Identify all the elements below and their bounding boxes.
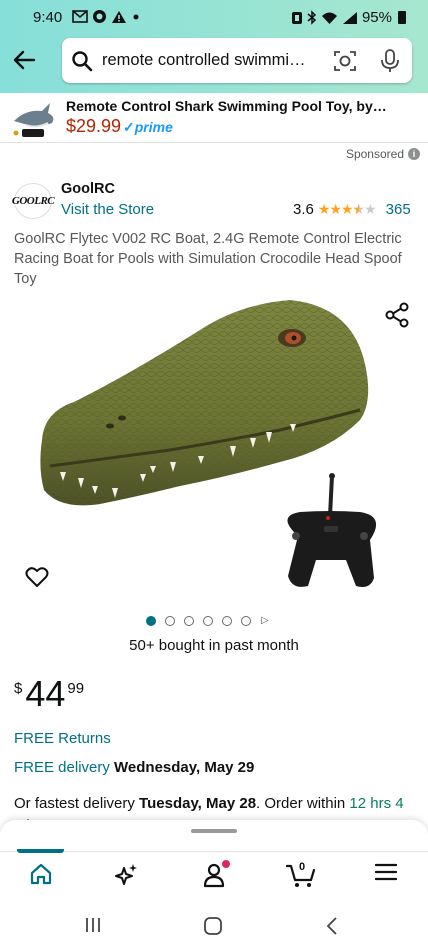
circle-icon (93, 10, 106, 23)
prime-check-icon: ✓ (123, 119, 135, 135)
nav-home[interactable] (21, 862, 61, 892)
recent-apps-icon (86, 918, 100, 932)
mail-icon (72, 10, 88, 23)
carousel-dot[interactable] (241, 615, 251, 626)
arrow-left-icon (13, 50, 36, 70)
carousel-dot[interactable] (222, 615, 232, 626)
sponsored-ad-banner[interactable]: Remote Control Shark Swimming Pool Toy, … (0, 93, 428, 143)
microphone-icon[interactable] (380, 48, 400, 74)
free-returns-link[interactable]: FREE Returns (14, 730, 111, 747)
image-carousel-dots[interactable]: ▷ (146, 615, 269, 626)
home-circle-icon (204, 917, 222, 935)
home-system-button[interactable] (203, 916, 223, 941)
carousel-dot[interactable] (146, 615, 156, 626)
notification-dot (222, 860, 230, 868)
share-button[interactable] (384, 302, 410, 333)
heart-icon (25, 567, 49, 587)
prime-badge: ✓prime (123, 119, 173, 136)
price-whole: 44 (25, 673, 66, 714)
remote-controller (287, 473, 377, 587)
brand-logo-text: GOOLRC (11, 195, 55, 207)
home-icon (30, 863, 52, 885)
battery-icon (398, 11, 406, 24)
status-right-icons: 95% (291, 9, 406, 26)
bought-count: 50+ bought in past month (129, 637, 299, 654)
ai-sparkle-icon (115, 864, 137, 885)
ad-title[interactable]: Remote Control Shark Swimming Pool Toy, … (66, 98, 387, 114)
carousel-dot[interactable] (184, 615, 194, 626)
fastest-mid: . Order within (256, 795, 346, 812)
sponsored-label[interactable]: Sponsored i (346, 147, 420, 161)
prime-label: prime (134, 119, 173, 135)
carousel-dot[interactable] (203, 615, 213, 626)
status-bar: 9:40 95% (0, 0, 428, 36)
ad-price: $29.99 (66, 116, 122, 136)
price-fraction: 99 (67, 680, 85, 697)
signal-icon (342, 11, 357, 24)
delivery-info: FREE delivery Wednesday, May 29 (14, 759, 254, 776)
nav-ai-assistant[interactable] (106, 862, 146, 892)
price-currency: $ (14, 680, 23, 697)
product-title: GoolRC Flytec V002 RC Boat, 2.4G Remote … (14, 231, 402, 287)
brand-logo[interactable]: GOOLRC (11, 183, 55, 219)
ad-product-image (13, 103, 54, 137)
bluetooth-icon (307, 10, 317, 25)
back-button[interactable] (8, 44, 40, 76)
share-icon (385, 302, 409, 328)
menu-icon (375, 863, 397, 881)
free-delivery-link[interactable]: FREE delivery (14, 759, 110, 776)
header: 9:40 95% remote controlled swimmi… (0, 0, 428, 93)
product-image[interactable] (30, 290, 400, 600)
cart-count: 0 (299, 861, 306, 873)
nav-account[interactable] (194, 860, 234, 892)
system-navigation-bar (0, 900, 428, 950)
bottom-nav: 0 (0, 849, 428, 900)
product-rating[interactable]: 3.6 ★★★★ ★ ★ 365 (293, 201, 411, 218)
dot-icon (133, 14, 139, 19)
status-time: 9:40 (33, 9, 63, 26)
camera-search-icon[interactable] (332, 48, 358, 74)
rating-count[interactable]: 365 (386, 201, 411, 218)
brand-name: GoolRC (61, 181, 115, 197)
delivery-date: Wednesday, May 29 (114, 759, 255, 776)
wifi-icon (321, 12, 337, 24)
video-play-icon[interactable]: ▷ (261, 615, 269, 626)
search-query: remote controlled swimmi… (102, 51, 306, 69)
sponsored-text: Sponsored (345, 147, 404, 161)
nav-active-indicator (17, 849, 64, 853)
info-icon[interactable]: i (408, 148, 420, 160)
warning-icon (112, 10, 126, 23)
search-icon (72, 51, 93, 72)
carousel-dot[interactable] (165, 615, 175, 626)
order-within-hours: 12 hrs (349, 795, 392, 812)
fastest-date: Tuesday, May 28 (139, 795, 257, 812)
search-input[interactable]: remote controlled swimmi… (62, 38, 412, 83)
system-back-button[interactable] (325, 916, 339, 941)
wishlist-button[interactable] (25, 566, 49, 593)
status-left-icons (72, 9, 141, 24)
nav-cart[interactable]: 0 (281, 861, 321, 892)
visit-store-link[interactable]: Visit the Store (61, 201, 154, 218)
nav-menu[interactable] (366, 862, 406, 892)
drag-handle[interactable] (191, 829, 237, 833)
battery-level: 95% (361, 9, 392, 26)
recent-apps-button[interactable] (84, 916, 102, 939)
star-rating-icon: ★★★★ ★ ★ (317, 201, 377, 217)
rating-value: 3.6 (293, 201, 314, 218)
product-price: $ 44 99 (14, 674, 84, 714)
fastest-prefix: Or fastest delivery (14, 795, 135, 812)
chevron-left-icon (326, 917, 337, 935)
nfc-icon (291, 11, 302, 24)
